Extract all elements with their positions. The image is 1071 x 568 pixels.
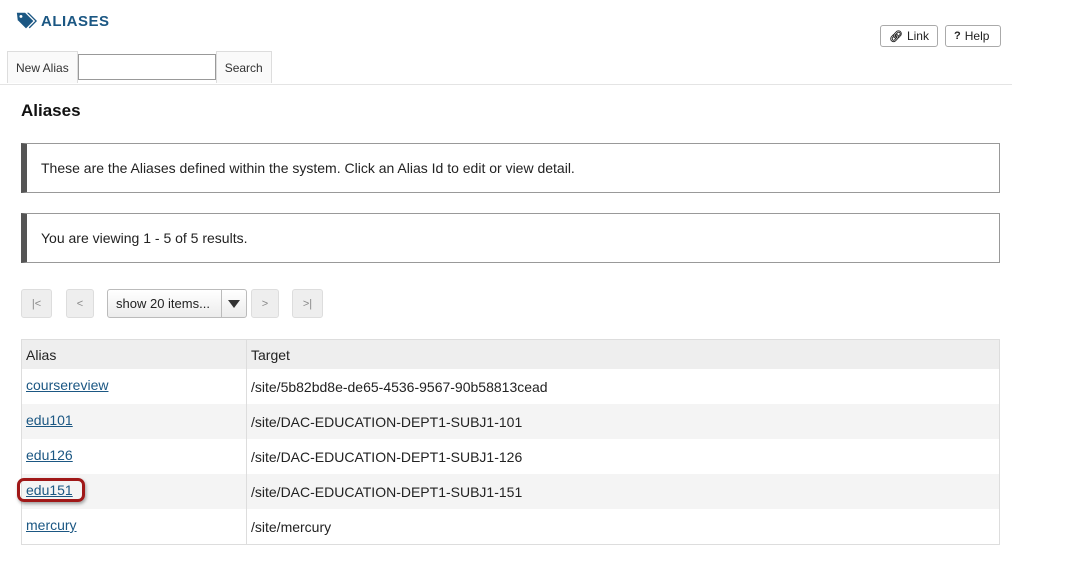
target-cell: /site/DAC-EDUCATION-DEPT1-SUBJ1-151	[246, 474, 1000, 509]
previous-page-button[interactable]: <	[66, 289, 94, 318]
highlight-callout: edu151	[17, 478, 85, 502]
help-button-label: Help	[964, 29, 990, 43]
alias-link[interactable]: mercury	[26, 517, 77, 533]
link-button-label: Link	[906, 29, 929, 43]
tool-nav: New Alias Search	[7, 51, 272, 83]
first-page-button[interactable]: |<	[21, 289, 52, 318]
instructions-message: These are the Aliases defined within the…	[21, 143, 1000, 193]
dropdown-arrow-icon	[221, 290, 246, 317]
column-header-target[interactable]: Target	[246, 339, 1000, 369]
question-icon: ?	[954, 30, 961, 42]
alias-cell: edu126	[21, 439, 247, 474]
new-alias-link[interactable]: New Alias	[7, 51, 78, 83]
page-title: Aliases	[21, 101, 81, 120]
alias-link[interactable]: edu101	[26, 412, 73, 428]
target-cell: /site/DAC-EDUCATION-DEPT1-SUBJ1-126	[246, 439, 1000, 474]
next-page-button[interactable]: >	[251, 289, 279, 318]
table-row: edu151 /site/DAC-EDUCATION-DEPT1-SUBJ1-1…	[17, 474, 1000, 509]
column-header-alias[interactable]: Alias	[21, 339, 247, 369]
alias-link[interactable]: edu151	[26, 482, 73, 498]
table-row: mercury /site/mercury	[21, 509, 1000, 545]
tool-title-text: ALIASES	[41, 12, 110, 30]
table-header-row: Alias Target	[21, 339, 1000, 369]
results-message: You are viewing 1 - 5 of 5 results.	[21, 213, 1000, 263]
last-page-button[interactable]: >|	[292, 289, 323, 318]
table-row: edu126 /site/DAC-EDUCATION-DEPT1-SUBJ1-1…	[21, 439, 1000, 474]
alias-cell: coursereview	[21, 369, 247, 404]
tag-icon	[16, 12, 37, 29]
link-icon: 🔗︎	[889, 30, 903, 43]
target-cell: /site/5b82bd8e-de65-4536-9567-90b58813ce…	[246, 369, 1000, 404]
target-cell: /site/DAC-EDUCATION-DEPT1-SUBJ1-101	[246, 404, 1000, 439]
alias-cell: edu151	[17, 474, 247, 509]
alias-cell: mercury	[21, 509, 247, 545]
results-text: You are viewing 1 - 5 of 5 results.	[41, 230, 248, 246]
target-cell: /site/mercury	[246, 509, 1000, 545]
instructions-text: These are the Aliases defined within the…	[41, 160, 575, 176]
table-row: coursereview /site/5b82bd8e-de65-4536-95…	[21, 369, 1000, 404]
link-button[interactable]: 🔗︎ Link	[880, 25, 938, 47]
tool-header: ALIASES 🔗︎ Link ? Help New Alias Search	[0, 0, 1012, 85]
search-button[interactable]: Search	[215, 51, 272, 83]
aliases-table: Alias Target coursereview /site/5b82bd8e…	[17, 339, 1000, 545]
table-row: edu101 /site/DAC-EDUCATION-DEPT1-SUBJ1-1…	[21, 404, 1000, 439]
alias-link[interactable]: coursereview	[26, 377, 108, 393]
search-input[interactable]	[77, 54, 216, 80]
help-button[interactable]: ? Help	[945, 25, 1001, 47]
page-size-value: show 20 items...	[116, 296, 210, 311]
page-size-select[interactable]: show 20 items...	[107, 289, 247, 318]
alias-cell: edu101	[21, 404, 247, 439]
tool-title: ALIASES	[15, 10, 110, 32]
alias-link[interactable]: edu126	[26, 447, 73, 463]
